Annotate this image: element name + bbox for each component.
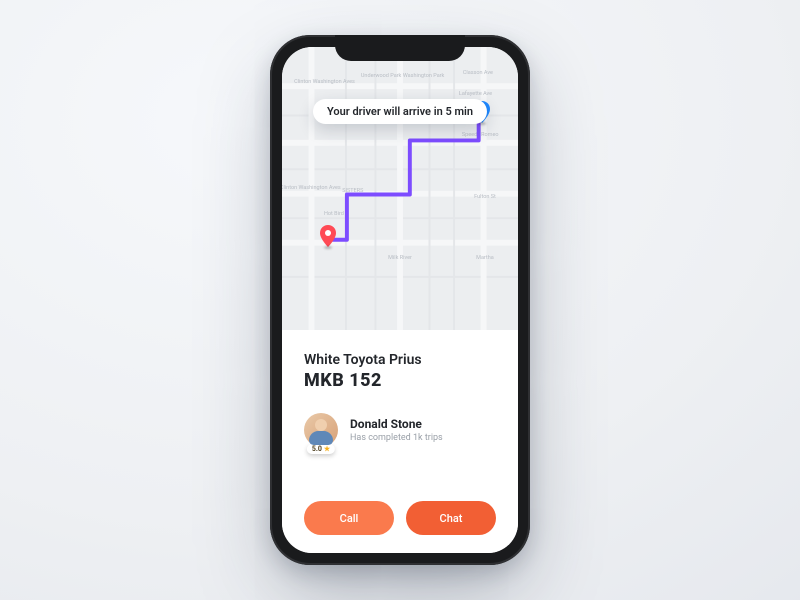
app-screen: Clinton Washington Aves Underwood Park W… [282, 47, 518, 553]
star-icon: ★ [324, 445, 330, 453]
route-path [282, 47, 518, 340]
action-row: Call Chat [304, 501, 496, 535]
driver-rating-chip: 5.0 ★ [307, 444, 335, 454]
call-button[interactable]: Call [304, 501, 394, 535]
phone-frame: Clinton Washington Aves Underwood Park W… [270, 35, 530, 565]
eta-pill: Your driver will arrive in 5 min [313, 99, 487, 124]
chat-button[interactable]: Chat [406, 501, 496, 535]
vehicle-plate: MKB 152 [304, 370, 496, 391]
driver-card: White Toyota Prius MKB 152 5.0 ★ Donald … [282, 330, 518, 553]
driver-pin-icon [320, 225, 336, 247]
map-view[interactable]: Clinton Washington Aves Underwood Park W… [282, 47, 518, 340]
driver-info: Donald Stone Has completed 1k trips [350, 417, 443, 443]
vehicle-description: White Toyota Prius [304, 352, 496, 368]
driver-subtext: Has completed 1k trips [350, 433, 443, 443]
rating-value: 5.0 [312, 445, 322, 453]
driver-row: 5.0 ★ Donald Stone Has completed 1k trip… [304, 413, 496, 447]
phone-notch [335, 35, 465, 61]
driver-avatar[interactable]: 5.0 ★ [304, 413, 338, 447]
driver-name: Donald Stone [350, 417, 443, 431]
